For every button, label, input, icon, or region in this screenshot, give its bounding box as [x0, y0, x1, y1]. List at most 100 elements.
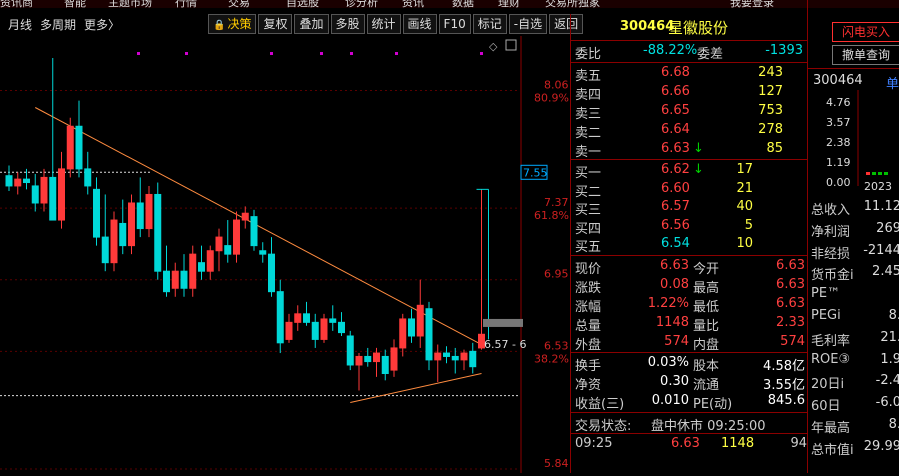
stock-code: 300464	[620, 19, 675, 34]
top-menu-item[interactable]: 资讯	[402, 0, 424, 8]
candle-body	[180, 270, 188, 289]
top-menu-item[interactable]: 交易所独家	[545, 0, 600, 8]
trade-status-value: 盘中休市 09:25:00	[651, 419, 766, 434]
sell-row: 卖二 6.64 278	[575, 122, 807, 141]
finance-value: 2.45	[872, 264, 899, 280]
current-price-label: 6.57 - 6	[484, 338, 526, 351]
sell-volume: 243	[758, 65, 783, 80]
stat-value: 2.33	[776, 315, 805, 330]
divider	[571, 412, 808, 413]
toolbar-button-4[interactable]: 统计	[366, 14, 401, 34]
chart-tool-buttons: 🔒 决策 复权 叠加 多股 统计 画线 F10 标记 -自选 返回	[208, 14, 585, 34]
sell-price: 6.65	[661, 103, 690, 118]
candle-body	[268, 253, 275, 293]
candle-body	[128, 202, 135, 247]
lock-icon: 🔒	[213, 20, 226, 31]
candle-body	[311, 321, 319, 340]
period-month-button[interactable]: 月线	[8, 16, 32, 33]
toolbar-button-7[interactable]: 标记	[472, 14, 507, 34]
top-menu-item[interactable]: 理财	[498, 0, 520, 8]
finance-row: PEGi 8.	[811, 308, 899, 328]
mini-bar	[872, 172, 876, 175]
candle-body	[163, 270, 170, 293]
toolbar-button-8[interactable]: -自选	[508, 14, 548, 34]
toolbar-button-label: -自选	[513, 17, 543, 31]
diamond-icon[interactable]: ◇	[489, 40, 498, 53]
finance-value: 11.12	[863, 199, 899, 214]
login-link[interactable]: 我要登录	[730, 0, 774, 8]
signal-marker	[320, 52, 323, 55]
sell-row: 卖三 6.65 753	[575, 103, 807, 122]
top-menu-item[interactable]: 自选股	[286, 0, 319, 8]
side-panel: 闪电买入 撤单查询 300464 单 4.76 3.57 2.38 1.19 0.00 2…	[807, 0, 899, 473]
trend-line	[350, 373, 482, 403]
finance-row: ROE③ 1.9	[811, 352, 899, 372]
tick-count: 94	[790, 436, 807, 451]
stat-label: 外盘	[575, 338, 602, 353]
top-menu-item[interactable]: 数据	[452, 0, 474, 8]
stat-label: 总量	[575, 319, 602, 334]
top-menu-item[interactable]: 交易	[228, 0, 250, 8]
stats2-row: 净资 0.30 流通 3.55亿	[575, 374, 807, 393]
finance-label: 总收入	[811, 203, 851, 218]
toolbar-button-0[interactable]: 🔒 决策	[208, 14, 257, 34]
finance-label: PE™	[811, 286, 841, 302]
top-menu-item[interactable]: 智能	[64, 0, 86, 8]
toolbar-button-3[interactable]: 多股	[330, 14, 365, 34]
candle-body	[381, 355, 389, 375]
withdraw-query-button[interactable]: 撤单查询	[832, 45, 899, 65]
toolbar-button-1[interactable]: 复权	[258, 14, 293, 34]
signal-marker	[395, 52, 398, 55]
stat-label: 净资	[575, 378, 602, 393]
toolbar-button-6[interactable]: F10	[438, 14, 471, 34]
candle-body	[171, 270, 179, 289]
candle-body	[58, 168, 65, 221]
chevron-right-icon: 〉	[108, 17, 121, 32]
weicha-value: -1393	[765, 43, 803, 58]
toolbar-button-5[interactable]: 画线	[402, 14, 437, 34]
sell-price: 6.64	[661, 122, 690, 137]
layout-toggle-icon[interactable]	[505, 39, 517, 51]
toolbar-button-2[interactable]: 叠加	[294, 14, 329, 34]
stat-value: 574	[780, 334, 805, 349]
candle-body	[101, 236, 109, 264]
weibi-value: -88.22%	[643, 43, 698, 58]
kline-chart[interactable]: 8.06 80.9% 7.37 61.8% 6.95 6.53 38.2% 5.84 7.55 6…	[0, 36, 571, 473]
tick-time: 09:25	[575, 436, 613, 451]
stat-value: 6.63	[776, 258, 805, 273]
pct-tick-label: 61.8%	[534, 209, 569, 222]
stat-value: 0.08	[660, 277, 689, 292]
top-menu-item[interactable]: 诊分析	[345, 0, 378, 8]
stat-value: 574	[664, 334, 689, 349]
candle-body	[425, 308, 433, 361]
more-button[interactable]: 更多〉	[84, 16, 120, 33]
finance-row: 净利润 269	[811, 221, 899, 241]
sell-label: 卖三	[575, 107, 602, 122]
finance-label: 毛利率	[811, 333, 851, 349]
stat-label: 流通	[693, 378, 720, 393]
toolbar-button-label: 统计	[371, 17, 396, 31]
mini-bar	[866, 172, 870, 175]
stat-label: 涨跌	[575, 281, 602, 296]
top-menu-item[interactable]: 行情	[175, 0, 197, 8]
toolbar-button-label: 叠加	[299, 17, 324, 31]
finance-value: -2144	[863, 242, 899, 258]
finance-value: 8.	[888, 308, 899, 323]
stat-value: 1148	[655, 315, 689, 330]
divider	[571, 255, 808, 256]
candle-body	[303, 313, 310, 323]
candle-body	[241, 212, 249, 221]
top-menu-item[interactable]: 主题市场	[108, 0, 152, 8]
mini-axis-label: 0.00	[826, 176, 851, 189]
buy-volume: 40	[736, 199, 753, 214]
finance-label: 货币金i	[811, 268, 854, 284]
stat-label: 量比	[693, 319, 720, 334]
period-multi-button[interactable]: 多周期	[40, 16, 76, 33]
top-menu-item[interactable]: 资讯商	[0, 0, 33, 8]
stat-label: 收益(三)	[575, 397, 625, 412]
mini-axis-label: 3.57	[826, 116, 851, 129]
finance-value: -2.4	[875, 373, 899, 389]
flash-buy-button[interactable]: 闪电买入	[832, 22, 899, 42]
toolbar-button-label: 复权	[263, 17, 288, 31]
mini-axis-label: 4.76	[826, 96, 851, 109]
